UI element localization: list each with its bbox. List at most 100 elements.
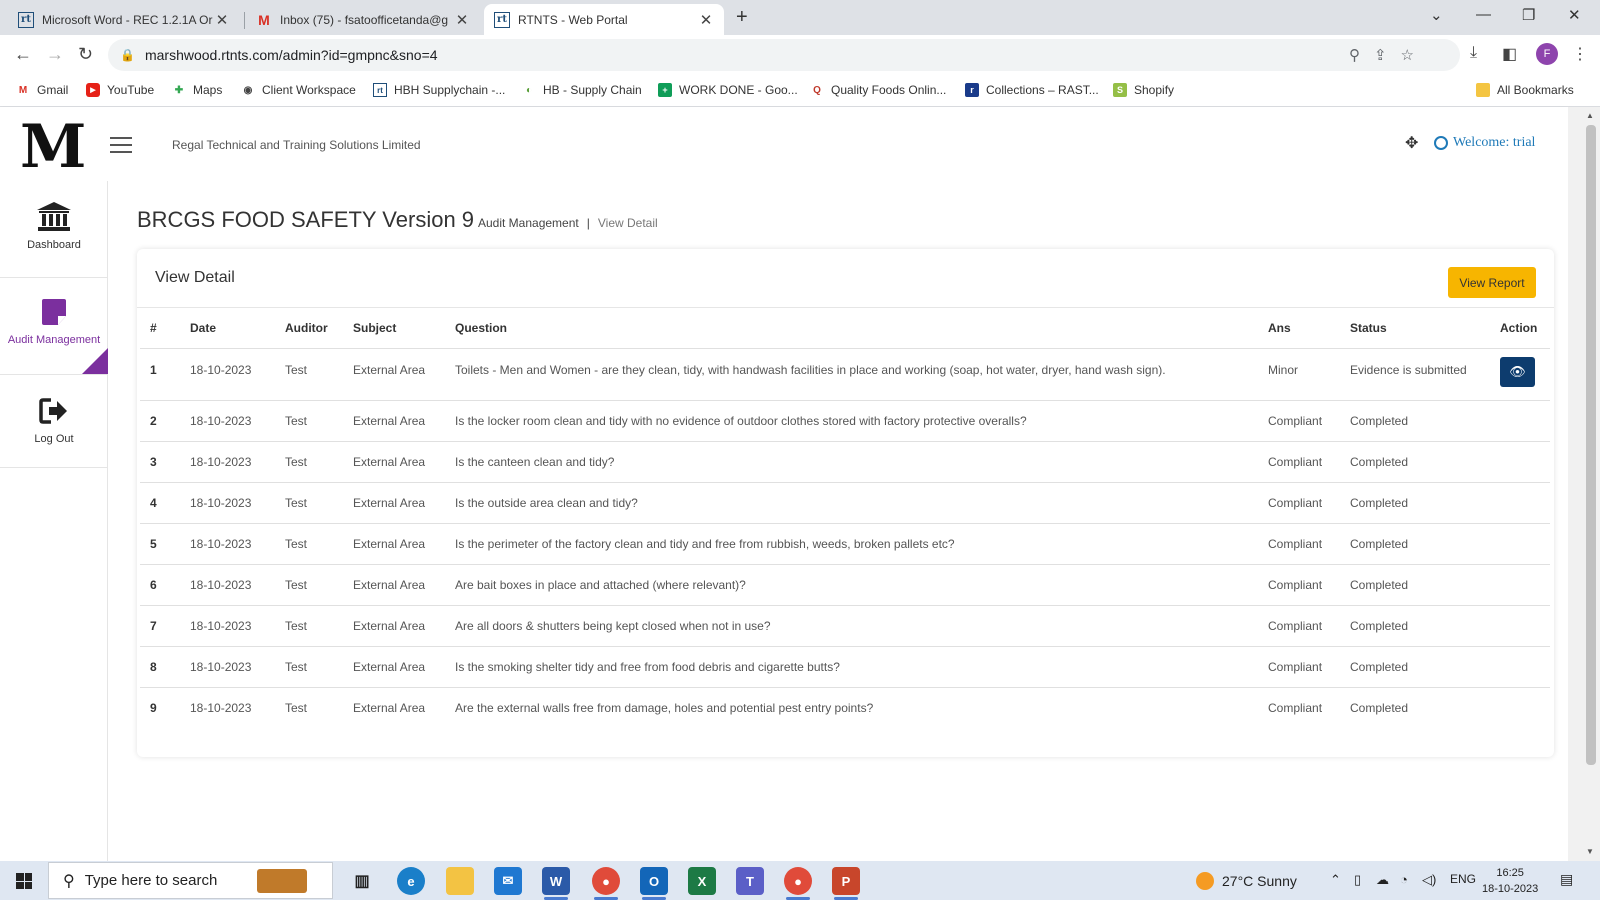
cell-date: 18-10-2023 — [180, 523, 275, 565]
bookmark-hb-supply-chain[interactable]: ◐ HB - Supply Chain — [522, 83, 642, 97]
file-explorer-icon[interactable] — [446, 867, 474, 895]
sidebar-item-dashboard[interactable]: Dashboard — [0, 181, 108, 278]
view-report-button[interactable]: View Report — [1448, 267, 1536, 298]
weather-widget[interactable]: 27°C Sunny — [1196, 872, 1297, 890]
scroll-up-icon[interactable]: ▲ — [1586, 111, 1594, 120]
volume-icon[interactable]: ◁) — [1422, 872, 1436, 888]
cell-date: 18-10-2023 — [190, 700, 252, 715]
view-eye-button[interactable]: 👁 — [1500, 356, 1535, 387]
table-row: 7 18-10-2023 Test External Area Are all door… — [140, 605, 1550, 647]
cell-n: 8 — [140, 646, 180, 688]
language-indicator[interactable]: ENG — [1450, 872, 1476, 886]
minimize-icon[interactable]: — — [1476, 6, 1491, 23]
move-icon[interactable]: ✥ — [1405, 133, 1418, 153]
profile-avatar[interactable]: F — [1536, 43, 1558, 65]
share-icon[interactable]: ⇪ — [1374, 46, 1387, 64]
window-close-icon[interactable]: ✕ — [1568, 6, 1581, 24]
cell-status: Completed — [1340, 564, 1490, 606]
cell-date: 18-10-2023 — [180, 646, 275, 688]
sidebar-item-audit-management[interactable]: Audit Management — [0, 278, 108, 375]
chrome-icon[interactable]: ● — [592, 867, 620, 900]
side-panel-icon[interactable]: ◧ — [1502, 44, 1517, 64]
cell-auditor: Test — [275, 564, 343, 606]
tab-search-icon[interactable]: ⌄ — [1430, 6, 1443, 24]
logout-icon — [39, 398, 67, 424]
windows-start-icon[interactable] — [16, 873, 32, 889]
star-icon[interactable]: ☆ — [1401, 46, 1414, 64]
hamburger-menu-icon[interactable] — [110, 137, 132, 158]
download-icon[interactable]: ⤓ — [1470, 44, 1477, 62]
bookmark-work-done[interactable]: + WORK DONE - Goo... — [658, 83, 798, 97]
cell-question: Is the canteen clean and tidy? — [445, 441, 1258, 483]
restore-icon[interactable]: ❐ — [1522, 6, 1535, 24]
new-tab-icon[interactable]: + — [736, 6, 748, 29]
table-row: 2 18-10-2023 Test External Area Is the locke… — [140, 400, 1550, 442]
word-icon[interactable]: W — [542, 867, 570, 900]
bookmark-label: YouTube — [107, 83, 155, 97]
welcome-user[interactable]: Welcome: trial — [1434, 135, 1535, 151]
breadcrumb-separator: | — [586, 216, 590, 230]
browser-tab-rtnts[interactable]: rt RTNTS - Web Portal ✕ — [484, 4, 724, 35]
notifications-icon[interactable]: ▤ — [1560, 871, 1573, 888]
sidebar-item-label: Audit Management — [7, 334, 101, 346]
tray-chevron-icon[interactable]: ⌃ — [1330, 872, 1341, 888]
globe-icon: ◉ — [243, 84, 253, 96]
bookmark-shopify[interactable]: S Shopify — [1113, 83, 1174, 97]
zoom-icon[interactable]: ⚲ — [1349, 46, 1360, 64]
company-logo[interactable]: M — [20, 115, 86, 179]
bookmark-label: HB - Supply Chain — [543, 83, 642, 97]
task-view-icon[interactable]: ▥ — [348, 867, 376, 895]
cell-subject: External Area — [343, 564, 445, 606]
mail-icon[interactable]: ✉ — [494, 867, 522, 895]
wifi-icon[interactable]: ◔ — [1400, 872, 1408, 887]
sheets-icon: + — [658, 83, 672, 97]
close-icon[interactable]: ✕ — [698, 11, 714, 29]
cell-subject: External Area — [343, 482, 445, 524]
all-bookmarks[interactable]: All Bookmarks — [1476, 83, 1574, 97]
back-icon[interactable]: ← — [14, 44, 32, 65]
cell-subject: External Area — [343, 605, 445, 647]
bookmark-gmail[interactable]: M Gmail — [16, 83, 69, 97]
cell-action — [1490, 564, 1550, 606]
sidebar-item-logout[interactable]: Log Out — [0, 375, 108, 468]
outlook-icon[interactable]: O — [640, 867, 668, 900]
breadcrumb-view-detail: View Detail — [597, 216, 658, 230]
powerpoint-icon[interactable]: P — [832, 867, 860, 900]
breadcrumb-audit-management[interactable]: Audit Management — [478, 216, 579, 230]
system-clock[interactable]: 16:25 18-10-2023 — [1482, 865, 1538, 897]
page-scrollbar[interactable]: ▲ ▼ — [1568, 107, 1600, 861]
address-bar[interactable]: 🔒 marshwood.rtnts.com/admin?id=gmpnc&sno… — [108, 39, 1460, 71]
tab-title: RTNTS - Web Portal — [518, 12, 628, 27]
cell-subject: External Area — [343, 400, 445, 442]
menu-dots-icon[interactable]: ⋮ — [1572, 44, 1588, 64]
hb-icon: ◐ — [525, 84, 533, 96]
forward-icon[interactable]: → — [46, 44, 64, 65]
rt-icon: rt — [373, 83, 387, 97]
reload-icon[interactable]: ↻ — [78, 44, 93, 65]
app-header: M Regal Technical and Training Solutions… — [0, 107, 1568, 181]
scroll-down-icon[interactable]: ▼ — [1586, 847, 1594, 856]
bookmark-client-workspace[interactable]: ◉ Client Workspace — [241, 83, 356, 97]
taskbar-search[interactable]: ⚲ Type here to search — [48, 862, 333, 899]
bookmark-youtube[interactable]: ▶ YouTube — [86, 83, 154, 97]
close-icon[interactable]: ✕ — [454, 11, 470, 29]
tray-device-icon[interactable]: ▯ — [1354, 872, 1361, 888]
onedrive-icon[interactable]: ☁ — [1376, 872, 1389, 888]
bookmark-maps[interactable]: ✚ Maps — [172, 83, 223, 97]
table-row: 5 18-10-2023 Test External Area Is the perim… — [140, 523, 1550, 565]
scroll-thumb[interactable] — [1586, 125, 1596, 765]
bookmark-quality-foods[interactable]: Q Quality Foods Onlin... — [810, 83, 946, 97]
cell-subject: External Area — [343, 523, 445, 565]
bookmark-collections[interactable]: r Collections – RAST... — [965, 83, 1099, 97]
edge-icon[interactable]: e — [397, 867, 425, 895]
tab-separator — [244, 12, 245, 29]
sidebar-item-label: Dashboard — [27, 239, 81, 251]
close-icon[interactable]: ✕ — [214, 11, 230, 29]
browser-tab-word[interactable]: rt Microsoft Word - REC 1.2.1A Or ✕ — [8, 4, 240, 35]
chrome-profile-icon[interactable]: ● — [784, 867, 812, 900]
excel-icon[interactable]: X — [688, 867, 716, 895]
bookmark-label: Collections – RAST... — [986, 83, 1099, 97]
teams-icon[interactable]: T — [736, 867, 764, 895]
bookmark-hbh-supplychain[interactable]: rt HBH Supplychain -... — [373, 83, 505, 97]
browser-tab-inbox[interactable]: M Inbox (75) - fsatoofficetanda@g ✕ — [246, 4, 480, 35]
